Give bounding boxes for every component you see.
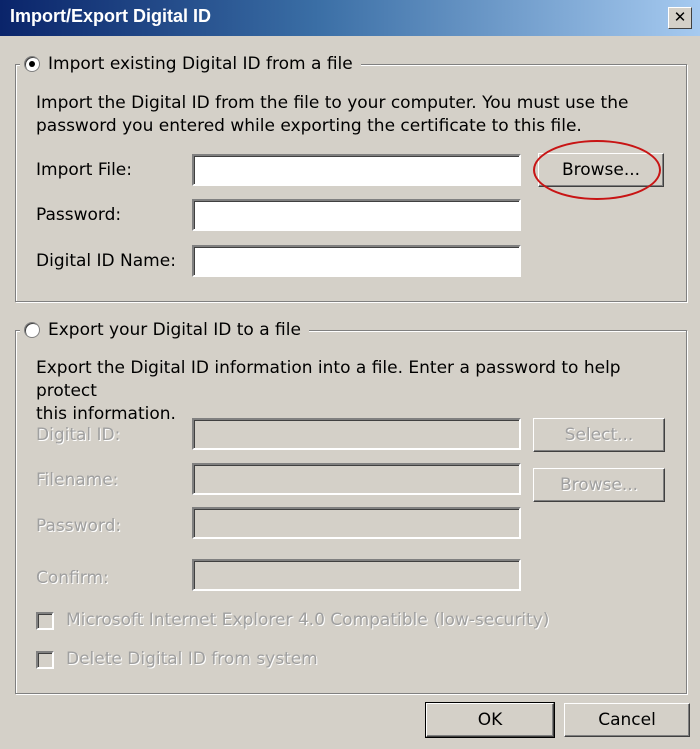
cancel-button[interactable]: Cancel bbox=[564, 703, 690, 737]
import-browse-button[interactable]: Browse... bbox=[538, 153, 664, 187]
export-password-label: Password: bbox=[36, 516, 122, 536]
select-button[interactable]: Select... bbox=[533, 418, 665, 452]
close-icon: ✕ bbox=[673, 8, 687, 26]
import-export-dialog: Import/Export Digital ID ✕ Import existi… bbox=[0, 0, 700, 749]
export-password-input[interactable] bbox=[192, 507, 521, 539]
import-description: Import the Digital ID from the file to y… bbox=[36, 92, 676, 138]
digital-id-input[interactable] bbox=[192, 418, 521, 450]
confirm-label: Confirm: bbox=[36, 568, 109, 588]
export-description: Export the Digital ID information into a… bbox=[36, 357, 676, 426]
import-radio-option[interactable]: Import existing Digital ID from a file bbox=[20, 52, 361, 76]
export-radio-option[interactable]: Export your Digital ID to a file bbox=[20, 318, 309, 342]
title-bar[interactable]: Import/Export Digital ID ✕ bbox=[0, 0, 700, 36]
export-browse-button[interactable]: Browse... bbox=[533, 468, 665, 502]
import-file-label: Import File: bbox=[36, 160, 132, 180]
digital-id-label: Digital ID: bbox=[36, 425, 121, 445]
delete-id-label: Delete Digital ID from system bbox=[66, 649, 318, 669]
delete-id-checkbox[interactable] bbox=[36, 651, 54, 669]
confirm-input[interactable] bbox=[192, 559, 521, 591]
filename-input[interactable] bbox=[192, 463, 521, 495]
import-description-line-2: password you entered while exporting the… bbox=[36, 116, 582, 136]
password-label: Password: bbox=[36, 205, 122, 225]
import-password-input[interactable] bbox=[192, 199, 521, 231]
digital-id-name-label: Digital ID Name: bbox=[36, 251, 176, 271]
window-title: Import/Export Digital ID bbox=[10, 6, 212, 26]
ok-button[interactable]: OK bbox=[425, 702, 555, 738]
import-file-input[interactable] bbox=[192, 154, 521, 186]
ie4-compatible-label: Microsoft Internet Explorer 4.0 Compatib… bbox=[66, 610, 550, 630]
export-radio-button[interactable] bbox=[24, 322, 40, 338]
import-description-line-1: Import the Digital ID from the file to y… bbox=[36, 93, 629, 113]
digital-id-name-input[interactable] bbox=[192, 245, 521, 277]
import-radio-button[interactable] bbox=[24, 56, 40, 72]
export-description-line-1: Export the Digital ID information into a… bbox=[36, 358, 621, 401]
import-radio-label: Import existing Digital ID from a file bbox=[48, 54, 353, 74]
filename-label: Filename: bbox=[36, 470, 119, 490]
ie4-compatible-checkbox[interactable] bbox=[36, 612, 54, 630]
close-button[interactable]: ✕ bbox=[668, 7, 692, 29]
export-radio-label: Export your Digital ID to a file bbox=[48, 320, 301, 340]
